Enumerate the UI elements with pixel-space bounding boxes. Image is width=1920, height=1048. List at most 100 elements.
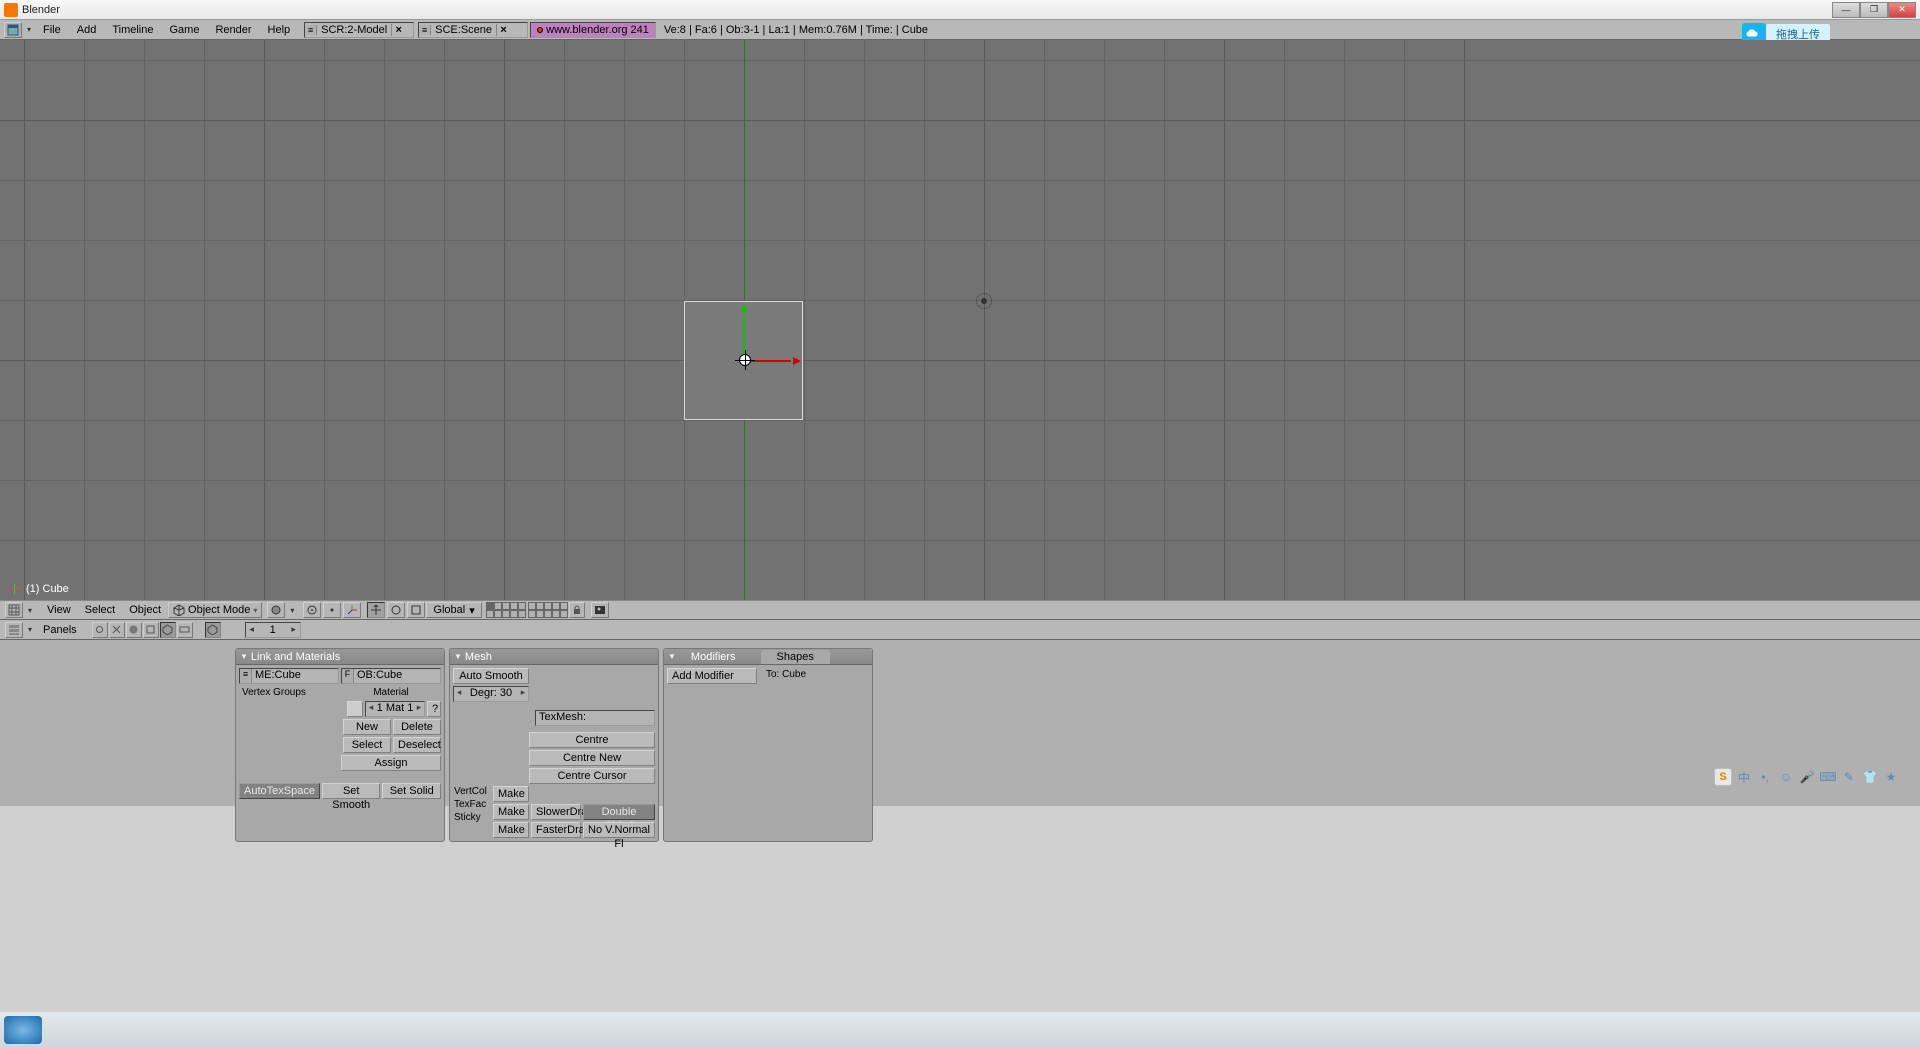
subctx-edit-button[interactable]	[205, 622, 221, 638]
degr-field[interactable]: ◂Degr: 30▸	[453, 686, 529, 702]
delete-button[interactable]: Delete	[393, 719, 441, 735]
layer-cell[interactable]	[486, 602, 494, 610]
orientation-selector[interactable]: Global ▾	[426, 602, 481, 618]
editor-type-icon[interactable]	[4, 22, 22, 38]
close-button[interactable]: ✕	[1888, 2, 1916, 18]
layer-cell[interactable]	[536, 610, 544, 618]
lang-skin-icon[interactable]: 👕	[1861, 768, 1879, 786]
doublesided-button[interactable]: Double Sided	[583, 804, 655, 820]
menu-file[interactable]: File	[35, 21, 69, 39]
layer-cell[interactable]	[528, 602, 536, 610]
texfac-make-button[interactable]: Make	[493, 804, 529, 820]
layer-cell[interactable]	[560, 610, 568, 618]
object-menu[interactable]: Object	[122, 602, 168, 618]
frame-next-icon[interactable]: ▸	[288, 624, 300, 635]
menu-render[interactable]: Render	[207, 21, 259, 39]
windows-taskbar[interactable]	[0, 1012, 1920, 1048]
mat-help-button[interactable]: ?	[427, 701, 441, 717]
layer-cell[interactable]	[510, 610, 518, 618]
sogou-icon[interactable]: S	[1714, 768, 1732, 786]
menu-add[interactable]: Add	[69, 21, 105, 39]
lang-pen-icon[interactable]: ✎	[1840, 768, 1858, 786]
deselect-button[interactable]: Deselect	[393, 737, 441, 753]
minimize-button[interactable]: —	[1832, 2, 1860, 18]
editor-dropdown-icon[interactable]: ▾	[24, 625, 36, 634]
viewport-3d[interactable]: (1) Cube	[0, 40, 1920, 600]
maximize-button[interactable]: ❐	[1860, 2, 1888, 18]
pivot-lock-button[interactable]	[323, 602, 341, 618]
panel-header[interactable]: ▼Link and Materials	[236, 649, 444, 665]
ime-language-bar[interactable]: S 中 •, ☺ 🎤 ⌨ ✎ 👕 ★	[1714, 768, 1900, 786]
layer-cell[interactable]	[560, 602, 568, 610]
centre-button[interactable]: Centre	[529, 732, 655, 748]
manipulator-scale-button[interactable]	[407, 602, 425, 618]
new-button[interactable]: New	[343, 719, 391, 735]
centre-cursor-button[interactable]: Centre Cursor	[529, 768, 655, 784]
view-menu[interactable]: View	[40, 602, 78, 618]
object-datablock-field[interactable]: F OB:Cube	[341, 668, 441, 684]
panel-header[interactable]: ▼ Modifiers Shapes	[664, 649, 872, 665]
scene-selector[interactable]: ≡ SCE:Scene ×	[418, 22, 528, 38]
autosmooth-button[interactable]: Auto Smooth	[453, 668, 529, 684]
lamp-object[interactable]	[976, 293, 992, 309]
draw-type-button[interactable]	[267, 602, 285, 618]
layer-cell[interactable]	[502, 602, 510, 610]
lang-zh-icon[interactable]: 中	[1735, 768, 1753, 786]
ctx-scene-button[interactable]	[177, 622, 193, 638]
ctx-editing-button[interactable]	[160, 622, 176, 638]
drawtype-dropdown-icon[interactable]: ▾	[286, 606, 298, 615]
scene-close-icon[interactable]: ×	[496, 24, 510, 36]
layer-cell[interactable]	[494, 610, 502, 618]
editor-type-3d-icon[interactable]	[5, 602, 23, 618]
layer-cell[interactable]	[552, 602, 560, 610]
ctx-logic-button[interactable]	[92, 622, 108, 638]
layer-cell[interactable]	[544, 602, 552, 610]
select-menu[interactable]: Select	[78, 602, 123, 618]
select-button[interactable]: Select	[343, 737, 391, 753]
tab-modifiers[interactable]: Modifiers	[683, 651, 744, 663]
manipulator-translate-button[interactable]	[367, 602, 385, 618]
layer-lock-button[interactable]	[569, 602, 585, 618]
layer-buttons[interactable]	[486, 602, 568, 618]
vertcol-make-button[interactable]: Make	[493, 786, 529, 802]
fasterdra-button[interactable]: FasterDra	[531, 822, 581, 838]
mat-color-swatch[interactable]	[347, 701, 363, 717]
ctx-shading-button[interactable]	[126, 622, 142, 638]
panel-header[interactable]: ▼Mesh	[450, 649, 658, 665]
mesh-datablock-field[interactable]: ≡ ME:Cube	[239, 668, 339, 684]
panels-menu[interactable]: Panels	[36, 622, 84, 638]
layer-cell[interactable]	[528, 610, 536, 618]
texmesh-field[interactable]: TexMesh:	[535, 710, 655, 726]
setsolid-button[interactable]: Set Solid	[382, 783, 441, 799]
layer-cell[interactable]	[518, 610, 526, 618]
screen-close-icon[interactable]: ×	[391, 24, 405, 36]
editor-type-dropdown-icon[interactable]: ▾	[23, 25, 35, 34]
tab-shapes[interactable]: Shapes	[761, 650, 830, 664]
frame-value[interactable]: 1	[258, 624, 288, 636]
start-button[interactable]	[4, 1016, 42, 1044]
frame-number-field[interactable]: ◂ 1 ▸	[245, 622, 301, 638]
autotexspace-button[interactable]: AutoTexSpace	[239, 783, 320, 799]
layer-cell[interactable]	[494, 602, 502, 610]
lang-mic-icon[interactable]: 🎤	[1798, 768, 1816, 786]
lang-keyboard-icon[interactable]: ⌨	[1819, 768, 1837, 786]
layer-cell[interactable]	[510, 602, 518, 610]
layer-cell[interactable]	[536, 602, 544, 610]
lang-emoji-icon[interactable]: ☺	[1777, 768, 1795, 786]
layer-cell[interactable]	[552, 610, 560, 618]
gizmo-toggle-button[interactable]	[343, 602, 361, 618]
sticky-make-button[interactable]: Make	[493, 822, 529, 838]
layer-cell[interactable]	[544, 610, 552, 618]
centre-new-button[interactable]: Centre New	[529, 750, 655, 766]
lang-tool-icon[interactable]: ★	[1882, 768, 1900, 786]
editor-dropdown-icon[interactable]: ▾	[24, 606, 36, 615]
frame-prev-icon[interactable]: ◂	[246, 624, 258, 635]
ctx-object-button[interactable]	[143, 622, 159, 638]
menu-timeline[interactable]: Timeline	[104, 21, 161, 39]
pivot-button[interactable]	[303, 602, 321, 618]
ctx-script-button[interactable]	[109, 622, 125, 638]
render-preview-button[interactable]	[591, 602, 609, 618]
slowerdra-button[interactable]: SlowerDra	[531, 804, 581, 820]
novnormal-button[interactable]: No V.Normal Fl	[583, 822, 655, 838]
mode-selector[interactable]: Object Mode ▾	[168, 602, 262, 618]
